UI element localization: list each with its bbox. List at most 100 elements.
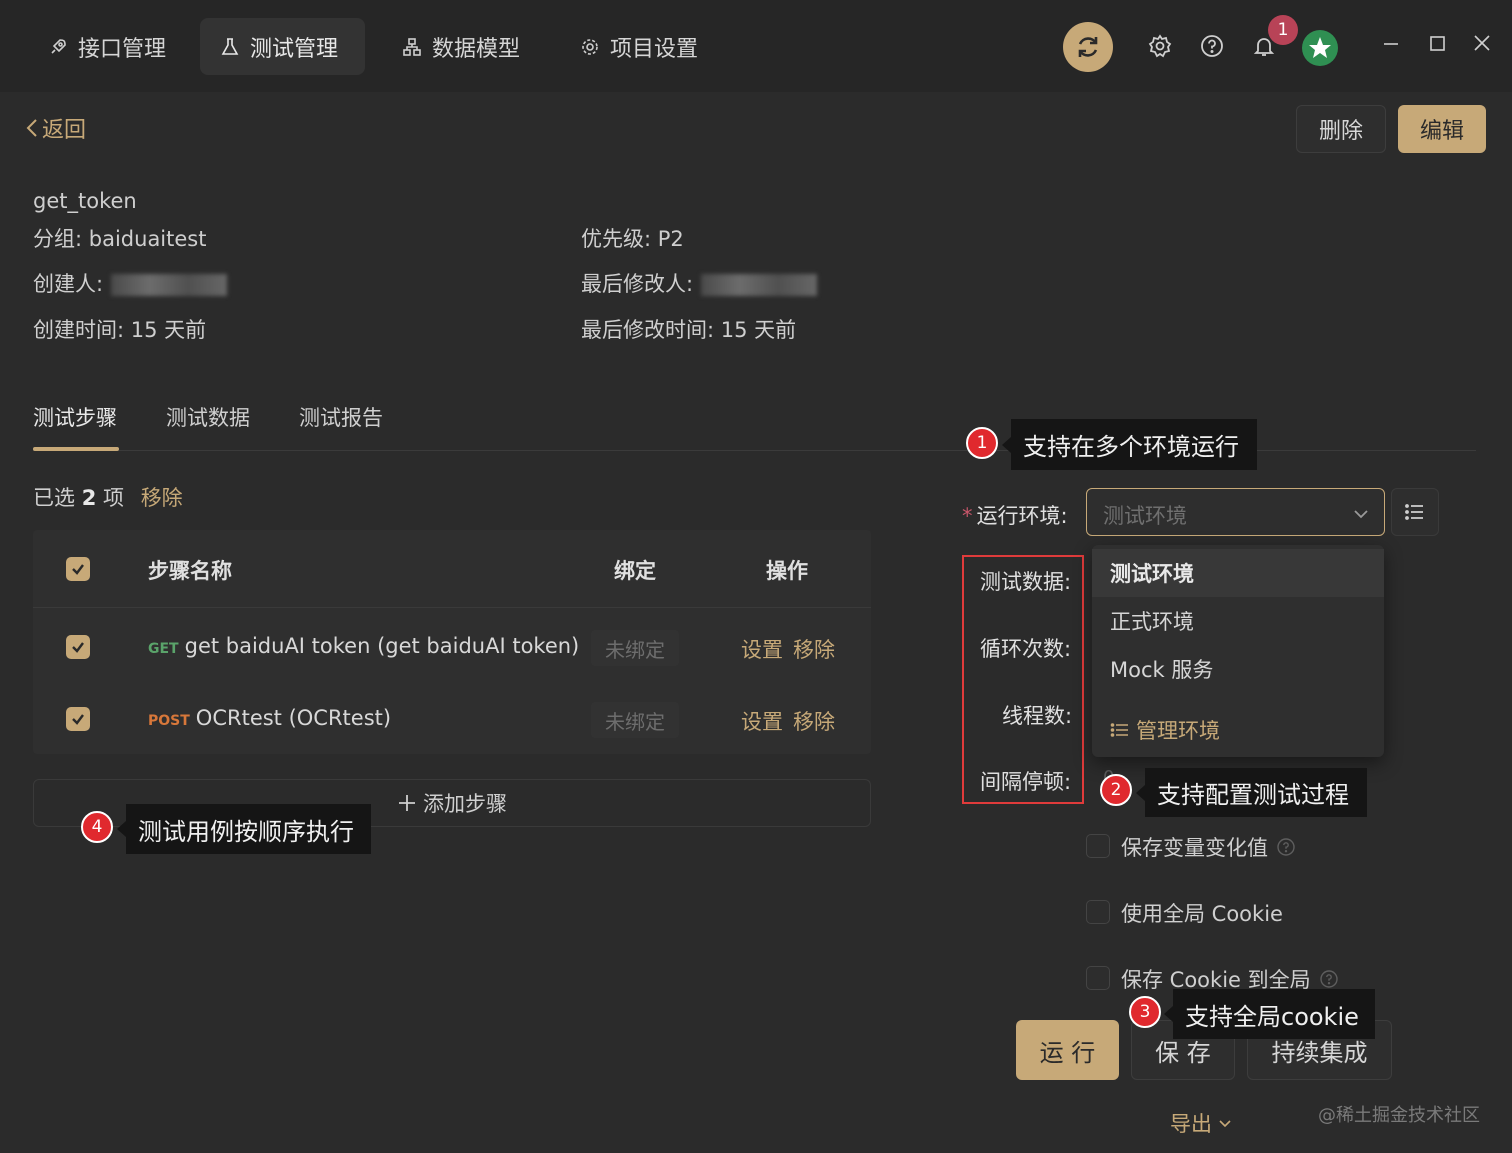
step-name: OCRtest (OCRtest) <box>195 706 392 730</box>
group-value: baiduaitest <box>88 227 207 251</box>
env-list-button[interactable] <box>1391 488 1439 536</box>
row-checkbox[interactable] <box>66 707 90 731</box>
hierarchy-icon <box>403 37 421 56</box>
active-tab-indicator <box>33 447 119 451</box>
nav-tab-test-management[interactable]: 测试管理 <box>200 18 365 75</box>
binding-status: 未绑定 <box>591 702 679 738</box>
use-global-cookie-text: 使用全局 Cookie <box>1121 902 1283 926</box>
priority-info: 优先级: P2 <box>581 223 684 253</box>
gear-icon <box>582 38 598 55</box>
top-bar: 接口管理 测试管理 数据模型 项目设置 1 <box>0 0 1512 92</box>
selection-count: 2 <box>81 486 97 510</box>
creator-label: 创建人: <box>33 272 104 296</box>
list-icon <box>1110 723 1128 737</box>
step-name-cell[interactable]: POST OCRtest (OCRtest) <box>148 706 391 730</box>
row-actions: 设置 移除 <box>741 706 835 736</box>
creator-info: 创建人: <box>33 268 228 298</box>
remove-step-link[interactable]: 移除 <box>793 710 835 734</box>
check-icon <box>72 642 84 653</box>
env-select-value: 测试环境 <box>1103 504 1187 528</box>
priority-label: 优先级: <box>581 227 652 251</box>
row-checkbox[interactable] <box>66 635 90 659</box>
run-button[interactable]: 运 行 <box>1016 1020 1119 1080</box>
callout-number-3: 3 <box>1129 996 1161 1028</box>
priority-value: P2 <box>657 227 684 251</box>
back-link[interactable]: 返回 <box>24 112 86 144</box>
tab-test-data[interactable]: 测试数据 <box>166 402 250 432</box>
remove-step-link[interactable]: 移除 <box>793 638 835 662</box>
refresh-icon <box>1078 37 1098 57</box>
minimize-icon[interactable] <box>1378 30 1404 56</box>
use-global-cookie-checkbox[interactable] <box>1086 900 1110 924</box>
remove-selected-link[interactable]: 移除 <box>141 486 183 510</box>
modifier-info: 最后修改人: <box>581 268 818 298</box>
watermark: @稀土掘金技术社区 <box>1318 1105 1480 1126</box>
back-label: 返回 <box>42 118 87 143</box>
maximize-icon[interactable] <box>1424 30 1450 56</box>
edit-button[interactable]: 编辑 <box>1398 105 1486 153</box>
help-icon[interactable] <box>1200 34 1224 58</box>
tab-divider <box>33 450 1476 451</box>
env-option-mock[interactable]: Mock 服务 <box>1092 645 1384 693</box>
callout-global-cookie: 支持全局cookie <box>1164 989 1375 1039</box>
avatar[interactable] <box>1302 30 1338 66</box>
nav-tab-api-management[interactable]: 接口管理 <box>28 18 186 75</box>
tab-test-report[interactable]: 测试报告 <box>299 402 383 432</box>
notification-badge: 1 <box>1268 15 1298 45</box>
set-step-link[interactable]: 设置 <box>741 638 783 662</box>
created-time-info: 创建时间: 15 天前 <box>33 314 206 344</box>
chevron-down-icon <box>1354 510 1368 519</box>
close-icon[interactable] <box>1469 30 1495 56</box>
step-name-cell[interactable]: GET get baiduAI token (get baiduAI token) <box>148 634 579 658</box>
use-global-cookie-label: 使用全局 Cookie <box>1121 898 1283 928</box>
export-dropdown[interactable]: 导出 <box>1170 1108 1232 1138</box>
chevron-down-icon <box>1219 1120 1231 1128</box>
manage-env-link[interactable]: 管理环境 <box>1110 715 1220 745</box>
save-cookie-global-checkbox[interactable] <box>1086 966 1110 990</box>
env-label: 运行环境: <box>976 504 1068 528</box>
table-row[interactable]: GET get baiduAI token (get baiduAI token)… <box>33 612 871 684</box>
case-name: get_token <box>33 189 137 213</box>
settings-icon[interactable] <box>1148 34 1172 58</box>
save-variables-checkbox[interactable] <box>1086 834 1110 858</box>
nav-tab-label: 数据模型 <box>432 36 521 62</box>
callout-config-process: 支持配置测试过程 <box>1136 768 1367 817</box>
nav-tab-data-model[interactable]: 数据模型 <box>382 18 540 75</box>
selection-prefix: 已选 <box>33 486 75 510</box>
nav-tab-project-settings[interactable]: 项目设置 <box>560 18 718 75</box>
chevron-left-icon <box>26 119 37 137</box>
row-actions: 设置 移除 <box>741 634 835 664</box>
question-icon[interactable] <box>1276 837 1296 857</box>
modified-label: 最后修改时间: <box>581 318 715 342</box>
selection-summary: 已选 2 项 移除 <box>33 482 183 512</box>
table-row[interactable]: POST OCRtest (OCRtest) 未绑定 设置 移除 <box>33 684 871 756</box>
redacted-creator <box>111 274 228 296</box>
save-variables-label: 保存变量变化值 <box>1121 832 1296 862</box>
nav-tab-label: 测试管理 <box>250 36 339 62</box>
column-actions: 操作 <box>766 559 808 583</box>
column-step-name: 步骤名称 <box>148 559 232 583</box>
add-step-label: 添加步骤 <box>423 792 507 816</box>
plus-icon <box>399 795 415 811</box>
modified-time-info: 最后修改时间: 15 天前 <box>581 314 796 344</box>
group-info: 分组: baiduaitest <box>33 223 206 253</box>
question-icon[interactable] <box>1319 969 1339 989</box>
column-binding: 绑定 <box>614 559 656 583</box>
env-select[interactable]: 测试环境 <box>1086 488 1385 536</box>
delete-button[interactable]: 删除 <box>1296 105 1386 153</box>
table-header: 步骤名称 绑定 操作 <box>33 530 871 608</box>
env-label-wrap: * 运行环境: <box>962 500 1068 530</box>
star-icon <box>1309 37 1331 58</box>
selection-suffix: 项 <box>103 486 124 510</box>
set-step-link[interactable]: 设置 <box>741 710 783 734</box>
save-variables-text: 保存变量变化值 <box>1121 836 1268 860</box>
check-icon <box>72 714 84 725</box>
export-label: 导出 <box>1170 1112 1212 1136</box>
select-all-checkbox[interactable] <box>66 557 90 581</box>
callout-number-4: 4 <box>81 811 113 843</box>
sync-button[interactable] <box>1063 22 1113 72</box>
tab-test-steps[interactable]: 测试步骤 <box>33 402 117 432</box>
env-option-production[interactable]: 正式环境 <box>1092 597 1384 645</box>
nav-tab-label: 项目设置 <box>610 36 699 62</box>
env-option-test[interactable]: 测试环境 <box>1092 549 1384 597</box>
